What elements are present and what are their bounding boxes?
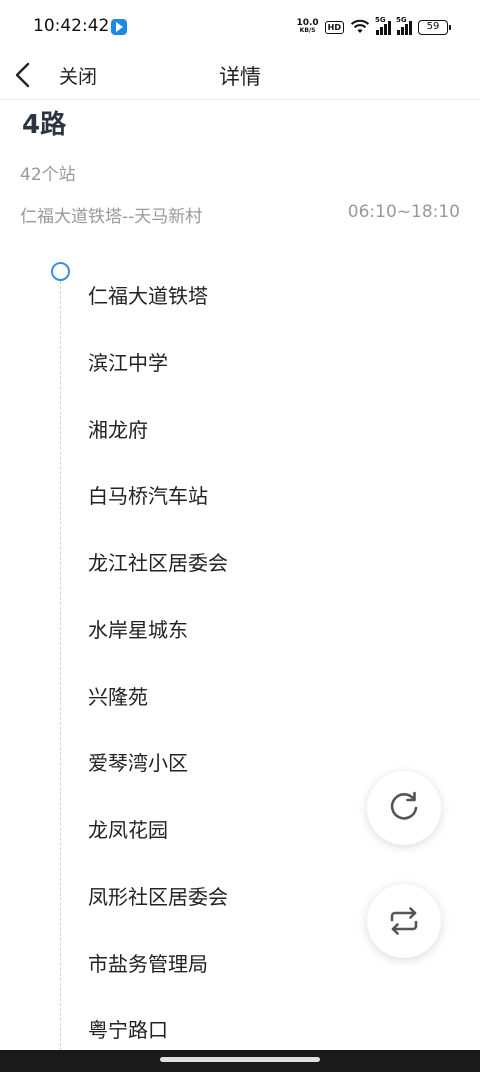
status-indicators: 10.0 KB/S HD 5G 5G 59 <box>296 16 451 37</box>
stop-item[interactable]: 白马桥汽车站 <box>88 486 208 516</box>
refresh-button[interactable] <box>367 771 441 845</box>
status-bar: 10:42:42 10.0 KB/S HD 5G 5G 59 <box>0 0 480 52</box>
cell-signal-2-icon: 5G <box>396 16 412 35</box>
stop-item[interactable]: 湘龙府 <box>88 420 148 450</box>
hd-icon: HD <box>324 20 344 34</box>
system-navigation-bar <box>0 1050 480 1072</box>
app-notification-icon <box>111 19 127 35</box>
route-name: 4路 <box>22 110 67 140</box>
refresh-icon <box>390 791 418 820</box>
reverse-direction-button[interactable] <box>367 884 441 958</box>
cell-signal-2-label: 5G <box>396 16 407 24</box>
stop-item[interactable]: 水岸星城东 <box>88 620 188 650</box>
wifi-icon <box>350 19 370 33</box>
stop-item[interactable]: 龙江社区居委会 <box>88 553 228 583</box>
stop-item[interactable]: 龙凤花园 <box>88 820 168 850</box>
start-stop-marker-icon <box>51 262 70 281</box>
battery-icon: 59 <box>418 19 451 35</box>
nav-bar: 关闭 详情 <box>0 52 480 100</box>
cell-signal-1-label: 5G <box>375 16 386 24</box>
stop-item[interactable]: 市盐务管理局 <box>88 954 208 984</box>
stop-item[interactable]: 滨江中学 <box>88 353 168 383</box>
swap-direction-icon <box>390 907 418 935</box>
network-speed-unit: KB/S <box>299 27 316 34</box>
network-speed-value: 10.0 <box>296 18 319 28</box>
route-timeline-line <box>60 281 61 1051</box>
stop-item[interactable]: 仁福大道铁塔 <box>88 286 208 316</box>
stop-item[interactable]: 兴隆苑 <box>88 687 148 717</box>
status-time: 10:42:42 <box>33 16 110 36</box>
route-direction: 仁福大道铁塔--天马新村 <box>20 207 203 227</box>
home-indicator[interactable] <box>160 1057 320 1062</box>
stop-item[interactable]: 凤形社区居委会 <box>88 887 228 917</box>
stop-count: 42个站 <box>20 165 76 185</box>
stop-item[interactable]: 爱琴湾小区 <box>88 753 188 783</box>
network-speed: 10.0 KB/S <box>296 19 318 35</box>
stop-item[interactable]: 粤宁路口 <box>88 1020 168 1050</box>
route-hours: 06:10~18:10 <box>347 202 460 222</box>
page-title: 详情 <box>219 65 261 89</box>
cell-signal-1-icon: 5G <box>375 16 391 35</box>
